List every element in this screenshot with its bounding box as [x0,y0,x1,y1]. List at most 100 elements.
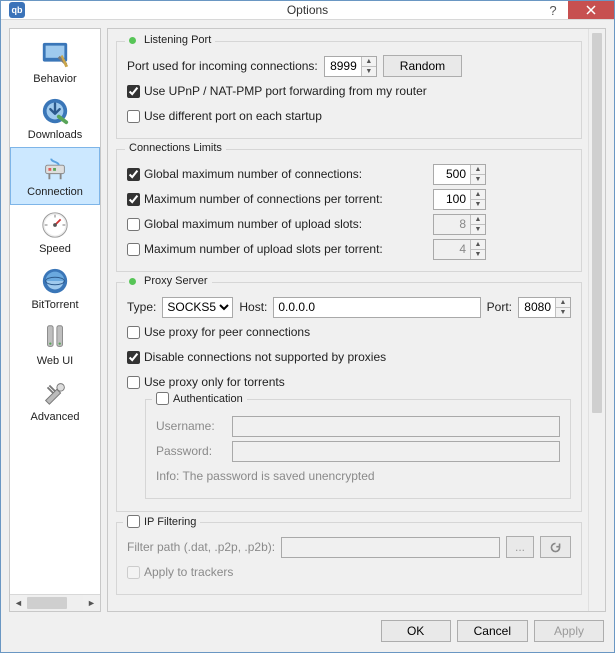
advanced-icon [39,377,71,409]
ipfilter-path-label: Filter path (.dat, .p2p, .p2b): [127,540,275,554]
sidebar-item-label: Advanced [31,411,80,423]
proxy-disable-unsupported-checkbox[interactable] [127,351,140,364]
ipfilter-apply-trackers-row: Apply to trackers [127,565,233,579]
behavior-icon [39,39,71,71]
speed-icon [39,209,71,241]
max-conn-torrent-checkbox[interactable] [127,193,140,206]
scroll-right-icon[interactable]: ► [83,595,100,611]
sidebar-item-downloads[interactable]: Downloads [10,91,100,147]
global-max-conn-label: Global maximum number of connections: [144,167,362,181]
window-title: Options [1,3,614,17]
max-conn-torrent-input[interactable] [434,190,470,209]
auth-checkbox[interactable] [156,392,169,405]
ipfilter-path-input [281,537,500,558]
group-title: Connections Limits [129,142,222,154]
window-controls: ? [538,1,614,19]
global-max-upload-input [434,215,470,234]
sidebar-item-connection[interactable]: Connection [10,147,100,205]
port-input[interactable] [325,57,361,76]
proxy-peer-checkbox[interactable] [127,326,140,339]
spin-up-icon[interactable]: ▲ [471,165,485,175]
spin-up-icon[interactable]: ▲ [556,298,570,308]
sidebar-item-label: Connection [27,186,83,198]
sidebar-item-label: Downloads [28,129,82,141]
bittorrent-icon [39,265,71,297]
proxy-only-torrents-checkbox[interactable] [127,376,140,389]
max-conn-torrent-spin[interactable]: ▲▼ [433,189,486,210]
proxy-port-input[interactable] [519,298,555,317]
ipfilter-browse-button: ... [506,536,534,558]
auth-info-text: Info: The password is saved unencrypted [156,469,375,483]
diffstart-checkbox[interactable] [127,110,140,123]
spin-down-icon[interactable]: ▼ [362,67,376,76]
max-upload-torrent-row[interactable]: Maximum number of upload slots per torre… [127,242,427,256]
ipfilter-checkbox-row[interactable]: IP Filtering [127,515,196,528]
global-max-conn-row[interactable]: Global maximum number of connections: [127,167,427,181]
ipfilter-reload-button [540,536,571,558]
auth-checkbox-row[interactable]: Authentication [156,392,243,405]
spin-down-icon[interactable]: ▼ [471,175,485,184]
sidebar-item-speed[interactable]: Speed [10,205,100,261]
ipfilter-checkbox[interactable] [127,515,140,528]
apply-button: Apply [534,620,604,642]
sidebar-hscrollbar[interactable]: ◄ ► [10,594,100,611]
ok-button[interactable]: OK [381,620,451,642]
global-max-upload-row[interactable]: Global maximum number of upload slots: [127,217,427,231]
proxy-type-label: Type: [127,300,156,314]
max-conn-torrent-row[interactable]: Maximum number of connections per torren… [127,192,427,206]
auth-username-input [232,416,560,437]
content-vscrollbar[interactable] [588,29,605,611]
proxy-peer-row[interactable]: Use proxy for peer connections [127,325,310,339]
global-max-conn-input[interactable] [434,165,470,184]
group-legend: Proxy Server [125,275,212,287]
cancel-button[interactable]: Cancel [457,620,528,642]
spin-up-icon[interactable]: ▲ [362,57,376,67]
scroll-left-icon[interactable]: ◄ [10,595,27,611]
scroll-thumb[interactable] [27,597,67,609]
port-spin[interactable]: ▲▼ [324,56,377,77]
group-legend: Listening Port [125,34,215,46]
max-conn-torrent-label: Maximum number of connections per torren… [144,192,383,206]
upnp-checkbox-row[interactable]: Use UPnP / NAT-PMP port forwarding from … [127,84,427,98]
proxy-peer-label: Use proxy for peer connections [144,325,310,339]
sidebar-item-label: BitTorrent [31,299,78,311]
sidebar-item-advanced[interactable]: Advanced [10,373,100,429]
auth-legend: Authentication [173,393,243,405]
group-legend: IP Filtering [123,515,200,528]
proxy-disable-unsupported-row[interactable]: Disable connections not supported by pro… [127,350,386,364]
spin-up-icon[interactable]: ▲ [471,190,485,200]
help-button[interactable]: ? [538,1,568,19]
proxy-port-spin[interactable]: ▲▼ [518,297,571,318]
scroll-thumb[interactable] [592,33,602,413]
group-authentication: Authentication Username: Password: [145,399,571,499]
spin-down-icon[interactable]: ▼ [471,200,485,209]
group-legend: Connections Limits [125,142,226,154]
modified-indicator-icon [129,37,136,44]
sidebar-item-bittorrent[interactable]: BitTorrent [10,261,100,317]
modified-indicator-icon [129,278,136,285]
proxy-host-input[interactable] [273,297,480,318]
close-button[interactable] [568,1,614,19]
scroll-track[interactable] [27,595,83,611]
proxy-type-select[interactable]: SOCKS5 [162,297,233,318]
group-title: Listening Port [144,34,211,46]
auth-password-input [232,441,560,462]
spin-down-icon[interactable]: ▼ [556,308,570,317]
max-upload-torrent-checkbox[interactable] [127,243,140,256]
group-listening-port: Listening Port Port used for incoming co… [116,41,582,139]
sidebar-item-behavior[interactable]: Behavior [10,35,100,91]
group-title: Proxy Server [144,275,208,287]
auth-password-label: Password: [156,444,226,458]
random-port-button[interactable]: Random [383,55,462,77]
global-max-upload-checkbox[interactable] [127,218,140,231]
diffstart-label: Use different port on each startup [144,109,322,123]
content-scrollarea: Listening Port Port used for incoming co… [108,29,588,611]
diffstart-checkbox-row[interactable]: Use different port on each startup [127,109,322,123]
sidebar-item-webui[interactable]: Web UI [10,317,100,373]
upnp-checkbox[interactable] [127,85,140,98]
proxy-only-torrents-row[interactable]: Use proxy only for torrents [127,375,285,389]
global-max-conn-checkbox[interactable] [127,168,140,181]
proxy-port-label: Port: [487,300,512,314]
group-legend: Authentication [152,392,247,405]
global-max-conn-spin[interactable]: ▲▼ [433,164,486,185]
